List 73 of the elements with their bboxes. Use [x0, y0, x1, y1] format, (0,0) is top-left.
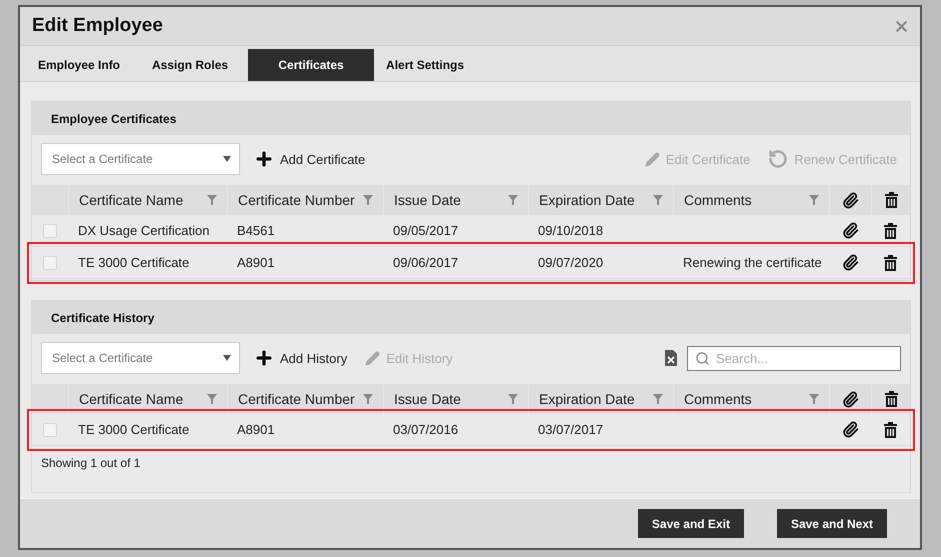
plus-icon	[254, 348, 274, 368]
filter-icon[interactable]	[508, 195, 518, 205]
caret-icon	[223, 156, 231, 162]
spreadsheet-icon[interactable]	[665, 350, 677, 366]
table-cell-text: 03/07/2017	[537, 421, 604, 439]
filter-icon[interactable]	[809, 195, 819, 205]
record-count: Showing 1 out of 1	[40, 455, 142, 472]
table-cell-text: A8901	[236, 254, 276, 272]
paperclip-icon[interactable]	[842, 254, 858, 271]
tab[interactable]: Certificates	[248, 49, 374, 81]
trash-icon	[884, 192, 898, 208]
certificate-select[interactable]: Select a Certificate	[41, 143, 240, 175]
table-cell-text: 03/07/2016	[392, 421, 460, 439]
section-title: Certificate History	[32, 301, 910, 334]
dialog-title: Edit Employee	[32, 15, 163, 37]
filter-icon[interactable]	[207, 195, 217, 205]
table-cell-text: DX Usage Certification	[77, 222, 210, 240]
table-cell-text: TE 3000 Certificate	[77, 254, 190, 272]
paperclip-icon	[842, 390, 859, 408]
table-row[interactable]: TE 3000 Certificate A8901 03/07/2016 03/07/2017	[32, 414, 910, 446]
plus-icon	[254, 149, 274, 169]
filter-icon[interactable]	[363, 394, 373, 404]
pencil-icon	[644, 152, 660, 166]
tab[interactable]: Employee Info	[26, 49, 132, 81]
row-checkbox[interactable]	[43, 256, 57, 270]
column-header: Comments	[684, 391, 752, 407]
table-row[interactable]: DX Usage Certification B4561 09/05/2017 09/10/2018	[32, 215, 910, 247]
tab[interactable]: Alert Settings	[374, 49, 476, 81]
trash-icon	[884, 391, 898, 407]
table-cell-text: A8901	[236, 421, 276, 439]
section-title: Employee Certificates	[32, 102, 910, 135]
paperclip-icon[interactable]	[842, 421, 858, 438]
certificate-select[interactable]: Select a Certificate	[41, 342, 240, 374]
save-button[interactable]: Save and Next	[776, 509, 887, 538]
table-cell-text: B4561	[236, 222, 276, 240]
table-row[interactable]: TE 3000 Certificate A8901 09/06/2017 09/07/2020 Renewing the certificate	[32, 247, 910, 279]
column-header: Expiration Date	[539, 391, 635, 407]
save-button[interactable]: Save and Exit	[638, 509, 744, 538]
table-cell-text: 09/10/2018	[537, 222, 604, 240]
table-cell-text: 09/07/2020	[537, 254, 604, 272]
trash-icon[interactable]	[884, 254, 897, 270]
undo-arrow-icon	[768, 149, 788, 169]
filter-icon[interactable]	[653, 195, 663, 205]
search-icon	[695, 350, 710, 366]
paperclip-icon[interactable]	[842, 222, 858, 239]
column-header: Issue Date	[394, 192, 461, 208]
column-header: Certificate Name	[79, 192, 184, 208]
column-header: Certificate Number	[238, 391, 355, 407]
filter-icon[interactable]	[653, 394, 663, 404]
tab[interactable]: Assign Roles	[140, 49, 240, 81]
filter-icon[interactable]	[363, 195, 373, 205]
trash-icon[interactable]	[884, 222, 897, 238]
search-field[interactable]: Search...	[687, 346, 901, 370]
column-header: Issue Date	[394, 391, 461, 407]
filter-icon[interactable]	[207, 394, 217, 404]
add-button[interactable]: Add History	[250, 348, 352, 368]
table-cell-text: TE 3000 Certificate	[77, 421, 190, 439]
row-checkbox[interactable]	[43, 224, 57, 238]
column-header: Certificate Name	[79, 391, 184, 407]
add-button[interactable]: Add Certificate	[250, 149, 370, 169]
caret-icon	[223, 355, 231, 361]
table-cell-text: 09/06/2017	[392, 254, 460, 272]
filter-icon[interactable]	[508, 394, 518, 404]
column-header: Comments	[684, 192, 752, 208]
paperclip-icon	[842, 192, 859, 208]
pencil-icon	[365, 350, 380, 366]
filter-icon[interactable]	[809, 394, 819, 404]
column-header: Expiration Date	[539, 192, 635, 208]
row-checkbox[interactable]	[43, 422, 57, 436]
table-cell-text: 09/05/2017	[392, 222, 460, 240]
table-cell-text: Renewing the certificate	[682, 254, 823, 272]
trash-icon[interactable]	[884, 422, 897, 438]
column-header: Certificate Number	[238, 192, 355, 208]
